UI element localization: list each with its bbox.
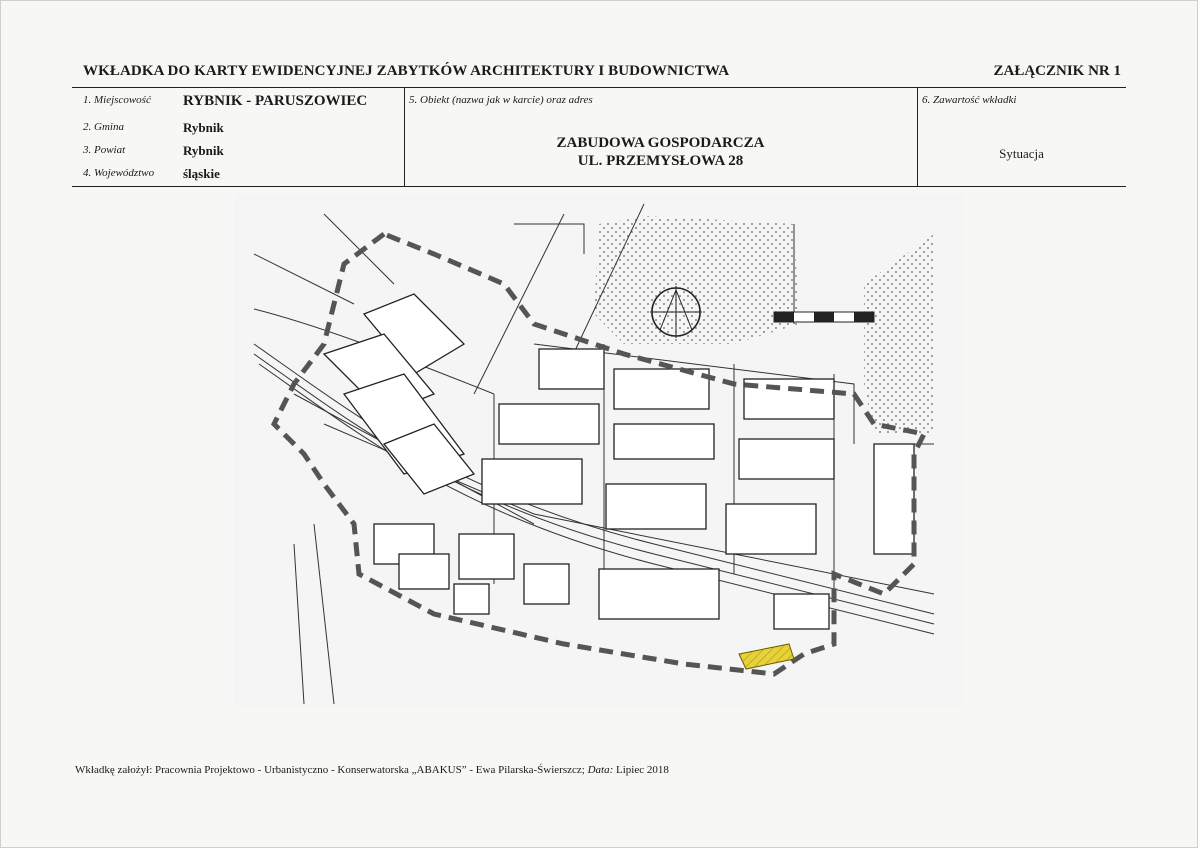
locality-label: 1. Miejscowość [83, 94, 151, 106]
document-title: WKŁADKA DO KARTY EWIDENCYJNEJ ZABYTKÓW A… [83, 63, 730, 79]
commune-label: 2. Gmina [83, 121, 124, 133]
district-value: Rybnik [183, 143, 224, 158]
table-bottom-rule [72, 186, 1126, 187]
annex-number: ZAŁĄCZNIK NR 1 [993, 63, 1121, 79]
table-divider-2 [917, 87, 918, 186]
site-plan-drawing [234, 194, 964, 706]
content-label: 6. Zawartość wkładki [922, 94, 1017, 106]
locality-value: RYBNIK - PARUSZOWIEC [183, 93, 368, 109]
scale-bar [773, 311, 875, 323]
object-name: ZABUDOWA GOSPODARCZA [556, 135, 765, 151]
content-value: Sytuacja [999, 146, 1044, 161]
situation-map [234, 194, 964, 706]
object-label: 5. Obiekt (nazwa jak w karcie) oraz adre… [409, 94, 593, 106]
footer-date-label: Data: [587, 764, 614, 776]
table-top-rule [72, 87, 1126, 88]
document-sheet: WKŁADKA DO KARTY EWIDENCYJNEJ ZABYTKÓW A… [0, 0, 1198, 848]
district-label: 3. Powiat [83, 144, 126, 156]
document-footer: Wkładkę założył: Pracownia Projektowo - … [75, 764, 669, 776]
voivodeship-label: 4. Województwo [83, 167, 155, 179]
commune-value: Rybnik [183, 120, 224, 135]
voivodeship-value: śląskie [183, 166, 220, 181]
footer-author: Wkładkę założył: Pracownia Projektowo - … [75, 764, 585, 776]
footer-date-value: Lipiec 2018 [616, 764, 669, 776]
object-address: UL. PRZEMYSŁOWA 28 [577, 153, 744, 169]
